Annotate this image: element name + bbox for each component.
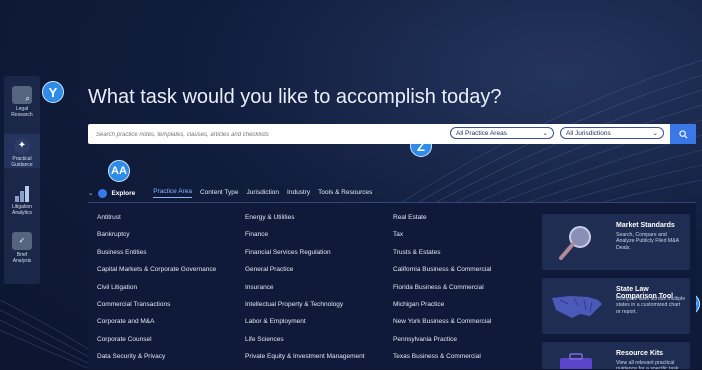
briefcase-icon bbox=[560, 353, 592, 369]
card-title: Market Standards bbox=[616, 222, 675, 229]
practice-area-link[interactable]: New York Business & Commercial bbox=[393, 317, 491, 334]
rail-item-litigation-analytics[interactable]: Litigation Analytics bbox=[4, 184, 40, 216]
card-description: Compare laws across multiple states in a… bbox=[616, 296, 686, 315]
practice-area-link[interactable]: Financial Services Regulation bbox=[245, 248, 365, 265]
chevron-down-icon: ⌄ bbox=[542, 130, 548, 137]
practice-area-link[interactable]: Finance bbox=[245, 230, 365, 247]
callout-badge-y: Y bbox=[42, 81, 64, 103]
tab-practice-area[interactable]: Practice Area bbox=[153, 188, 192, 198]
practice-area-link[interactable]: Data Security & Privacy bbox=[97, 352, 216, 369]
practice-area-link[interactable]: Real Estate bbox=[393, 213, 491, 230]
magnifying-glass-icon bbox=[559, 226, 591, 260]
practice-area-link[interactable]: Trusts & Estates bbox=[393, 248, 491, 265]
practice-area-link[interactable]: Antitrust bbox=[97, 213, 216, 230]
card-description: View all relevant practical guidance for… bbox=[616, 360, 680, 369]
practice-area-link[interactable]: California Business & Commercial bbox=[393, 265, 491, 282]
practice-area-link[interactable]: Florida Business & Commercial bbox=[393, 283, 491, 300]
practice-area-link[interactable]: Insurance bbox=[245, 283, 365, 300]
search-bar: All Practice Areas ⌄ All Jurisdictions ⌄ bbox=[88, 124, 696, 144]
practice-area-column-1: Antitrust Bankruptcy Business Entities C… bbox=[97, 213, 216, 370]
tab-industry[interactable]: Industry bbox=[287, 189, 310, 198]
practice-area-link[interactable]: Tax bbox=[393, 230, 491, 247]
tab-tools-resources[interactable]: Tools & Resources bbox=[318, 189, 372, 198]
practice-area-link[interactable]: Civil Litigation bbox=[97, 283, 216, 300]
practice-area-select[interactable]: All Practice Areas ⌄ bbox=[450, 127, 554, 139]
rail-item-practical-guidance[interactable]: ✦ Practical Guidance bbox=[4, 134, 40, 168]
page-headline: What task would you like to accomplish t… bbox=[88, 86, 502, 108]
practice-area-link[interactable]: Corporate and M&A bbox=[97, 317, 216, 334]
product-rail: ⌕ Legal Research ✦ Practical Guidance Li… bbox=[4, 76, 40, 284]
explore-label[interactable]: Explore bbox=[111, 190, 135, 197]
search-icon bbox=[678, 129, 687, 138]
search-input[interactable] bbox=[94, 127, 428, 143]
compass-icon bbox=[98, 188, 108, 198]
search-document-icon: ⌕ bbox=[12, 86, 32, 104]
tab-jurisdiction[interactable]: Jurisdiction bbox=[247, 189, 280, 198]
rail-item-brief-analysis[interactable]: ✓ Brief Analysis bbox=[4, 232, 40, 264]
practice-area-link[interactable]: Texas Business & Commercial bbox=[393, 352, 491, 369]
practice-area-link[interactable]: Energy & Utilities bbox=[245, 213, 365, 230]
card-market-standards[interactable]: Market Standards Search, Compare and Ana… bbox=[542, 214, 690, 270]
practice-area-link[interactable]: Intellectual Property & Technology bbox=[245, 300, 365, 317]
us-map-icon bbox=[552, 296, 602, 318]
compass-icon: ✦ bbox=[14, 138, 30, 154]
practice-area-column-3: Real Estate Tax Trusts & Estates Califor… bbox=[393, 213, 491, 370]
card-description: Search, Compare and Analyze Publicly Fil… bbox=[616, 232, 679, 251]
practice-area-link[interactable]: Commercial Transactions bbox=[97, 300, 216, 317]
practice-area-link[interactable]: Private Equity & Investment Management bbox=[245, 352, 365, 369]
callout-badge-aa: AA bbox=[108, 160, 130, 182]
rail-label: Guidance bbox=[11, 162, 33, 168]
rail-item-legal-research[interactable]: ⌕ Legal Research bbox=[4, 86, 40, 118]
card-state-law-comparison[interactable]: State Law Comparison Tool Compare laws a… bbox=[542, 278, 690, 334]
practice-area-link[interactable]: General Practice bbox=[245, 265, 365, 282]
practice-area-link[interactable]: Labor & Employment bbox=[245, 317, 365, 334]
search-button[interactable] bbox=[670, 124, 696, 144]
practice-area-link[interactable]: Bankruptcy bbox=[97, 230, 216, 247]
jurisdiction-select[interactable]: All Jurisdictions ⌄ bbox=[560, 127, 664, 139]
rail-label: Analytics bbox=[11, 210, 32, 216]
practice-area-link[interactable]: Business Entities bbox=[97, 248, 216, 265]
practice-area-link[interactable]: Life Sciences bbox=[245, 335, 365, 352]
chevron-down-icon[interactable]: ⌄ bbox=[88, 189, 93, 197]
chevron-down-icon: ⌄ bbox=[652, 130, 658, 137]
practice-area-select-value: All Practice Areas bbox=[456, 129, 507, 137]
tab-content-type[interactable]: Content Type bbox=[200, 189, 239, 198]
rail-label: Analysis bbox=[12, 258, 32, 264]
practice-area-column-2: Energy & Utilities Finance Financial Ser… bbox=[245, 213, 365, 370]
practice-area-link[interactable]: Michigan Practice bbox=[393, 300, 491, 317]
practice-area-link[interactable]: Corporate Counsel bbox=[97, 335, 216, 352]
rail-label: Research bbox=[11, 112, 33, 118]
card-resource-kits[interactable]: Resource Kits View all relevant practica… bbox=[542, 342, 690, 369]
card-title: Resource Kits bbox=[616, 350, 664, 357]
jurisdiction-select-value: All Jurisdictions bbox=[566, 129, 611, 137]
bar-chart-icon bbox=[12, 184, 32, 202]
document-check-icon: ✓ bbox=[12, 232, 32, 250]
explore-nav: ⌄ Explore Practice Area Content Type Jur… bbox=[88, 184, 380, 202]
practice-area-link[interactable]: Pennsylvania Practice bbox=[393, 335, 491, 352]
practice-area-link[interactable]: Capital Markets & Corporate Governance bbox=[97, 265, 216, 282]
